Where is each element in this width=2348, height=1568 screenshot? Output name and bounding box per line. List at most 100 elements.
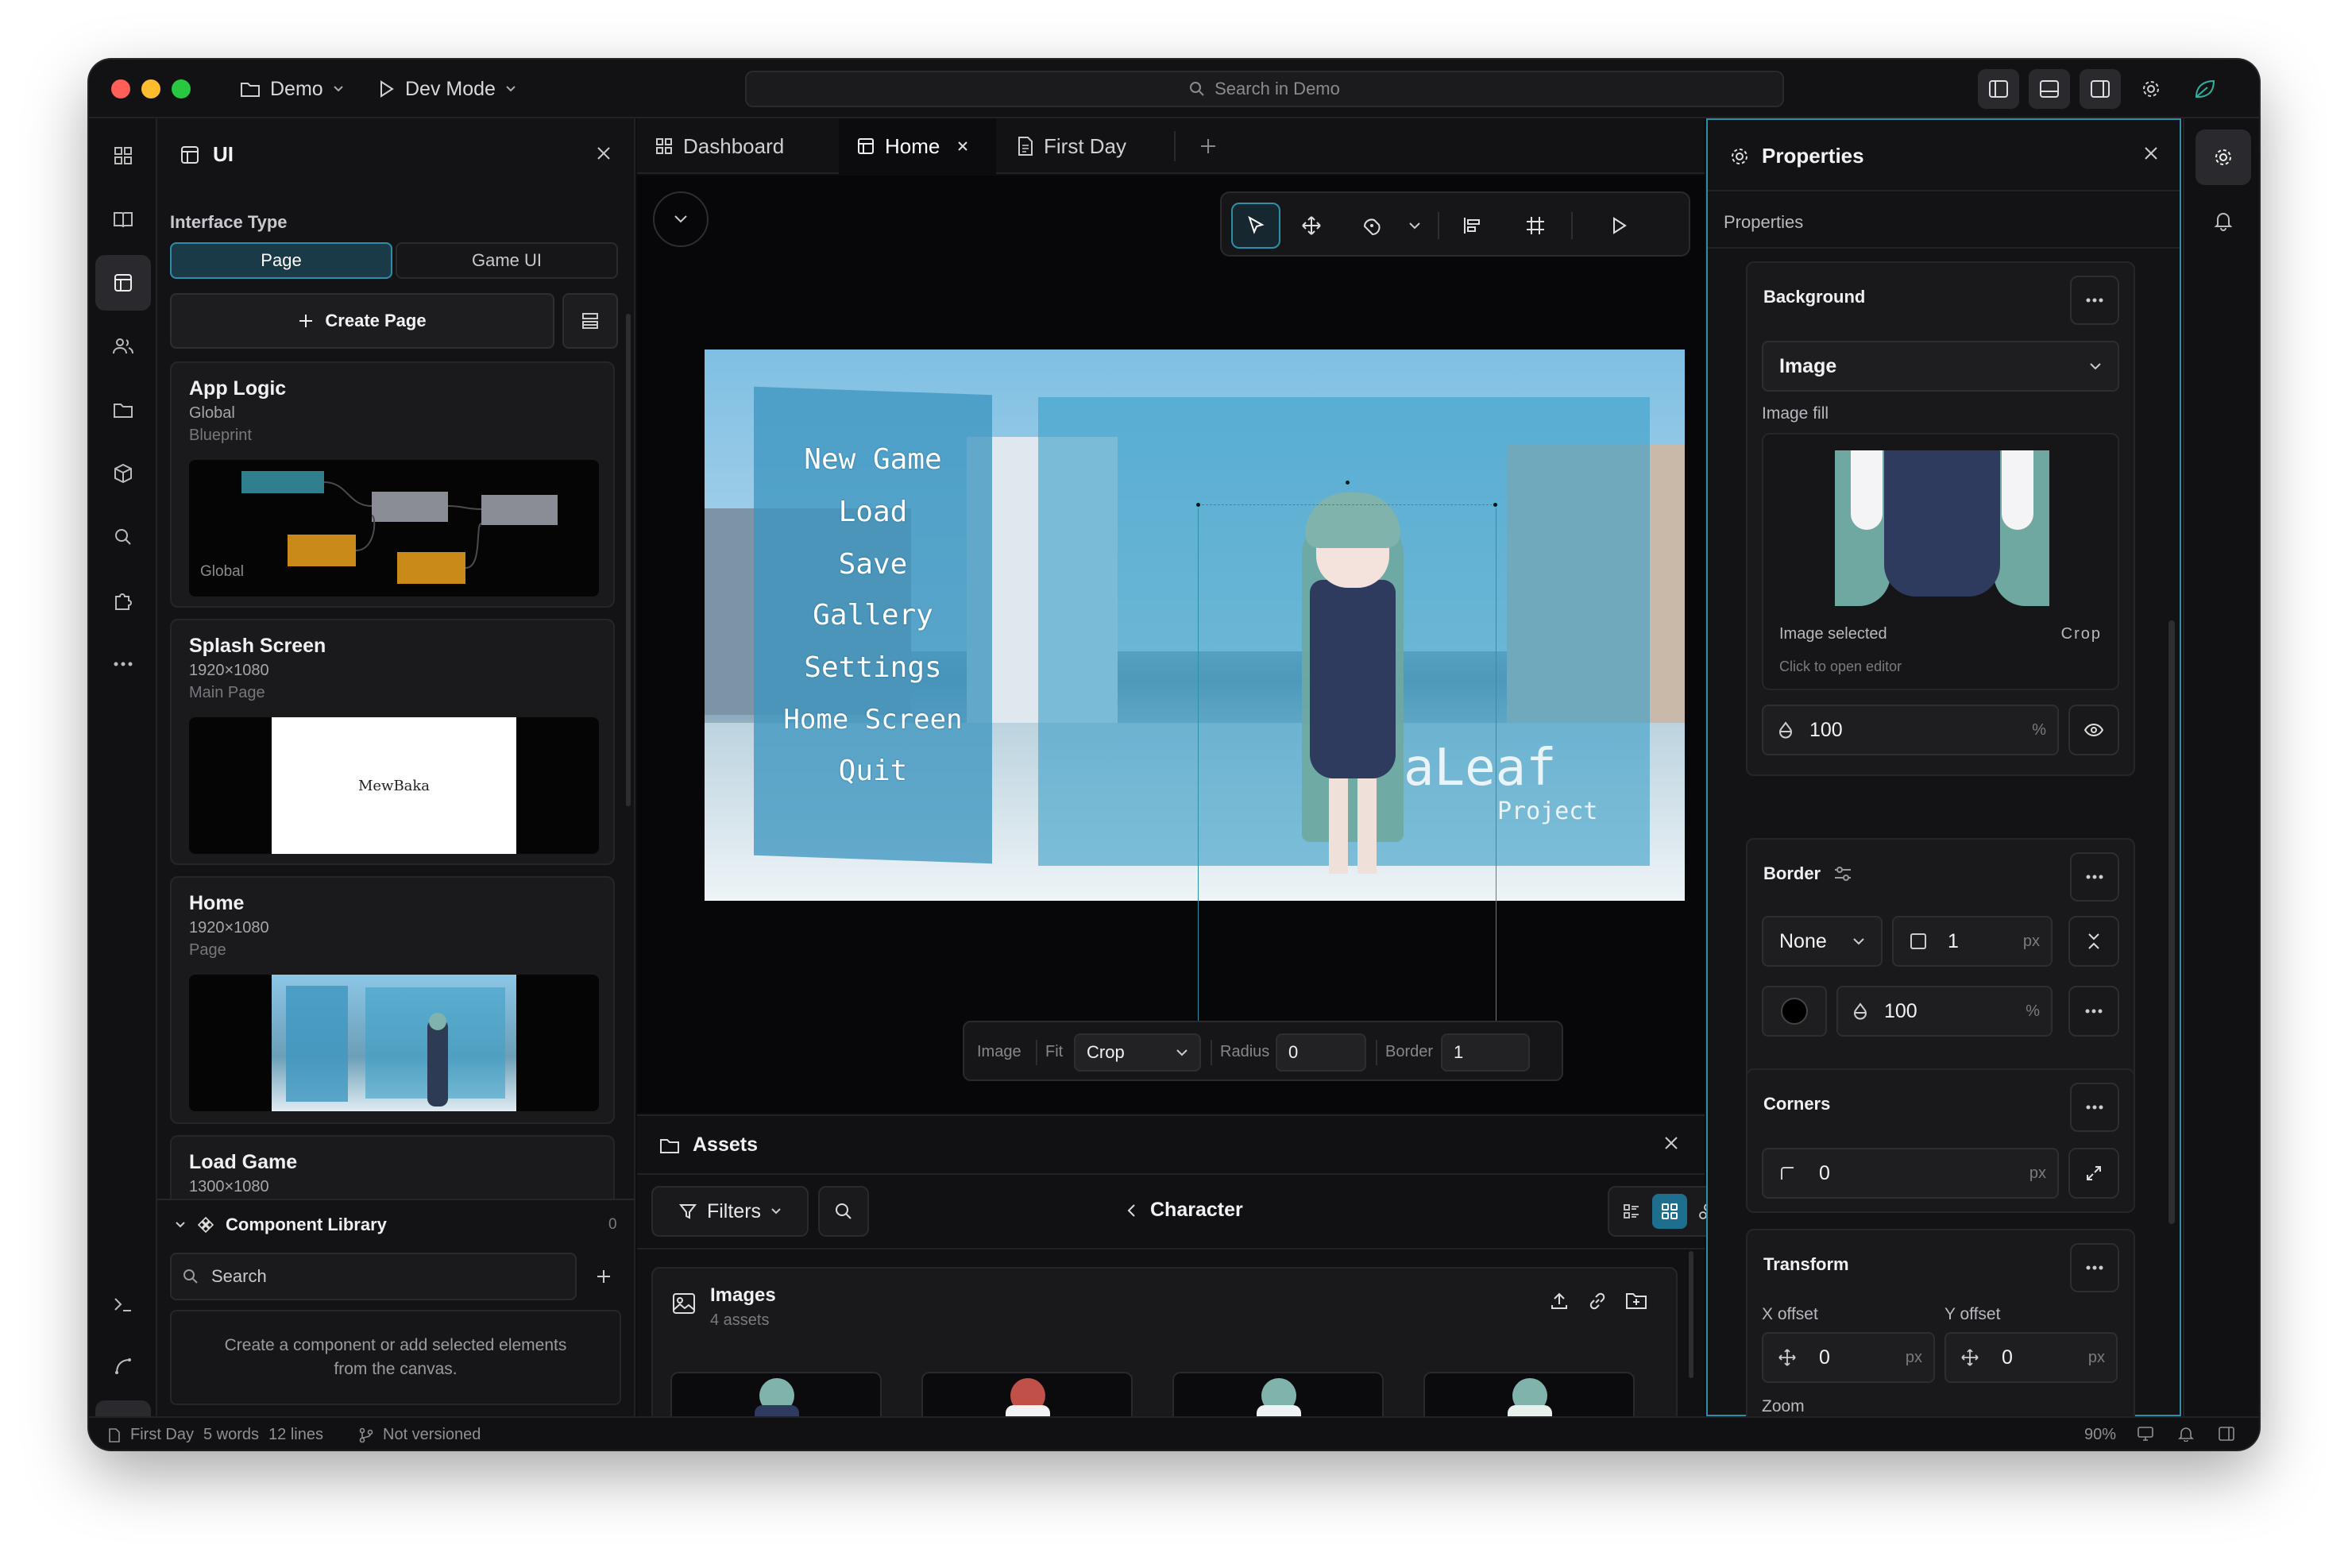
page-templates-button[interactable]: [562, 293, 618, 349]
tab-home[interactable]: Home: [839, 118, 996, 174]
rail-dashboard[interactable]: [95, 128, 151, 183]
sliders-icon[interactable]: [1833, 865, 1852, 882]
rail-plugins[interactable]: [95, 573, 151, 628]
rail-more[interactable]: [95, 636, 151, 692]
assets-scrollbar[interactable]: [1689, 1251, 1693, 1378]
page-card-load-game[interactable]: Load Game 1300×1080: [170, 1135, 615, 1199]
close-assets-button[interactable]: [1663, 1135, 1679, 1155]
rail-packages[interactable]: [95, 446, 151, 501]
global-search[interactable]: Search in Demo: [745, 71, 1784, 107]
new-folder-button[interactable]: [1625, 1291, 1647, 1314]
status-sidebar-button[interactable]: [2218, 1426, 2235, 1446]
status-zoom[interactable]: 90%: [2084, 1426, 2116, 1444]
menu-quit[interactable]: Quit: [754, 755, 992, 787]
mode-switcher[interactable]: Dev Mode: [378, 74, 516, 104]
minimize-window-button[interactable]: [141, 79, 160, 98]
rail-notifications[interactable]: [2195, 193, 2251, 249]
close-properties-button[interactable]: [2143, 145, 2159, 165]
border-color-more-button[interactable]: [2068, 986, 2119, 1037]
menu-new-game[interactable]: New Game: [754, 443, 992, 476]
border-color-swatch[interactable]: [1762, 986, 1827, 1037]
add-component-button[interactable]: [586, 1259, 621, 1294]
close-window-button[interactable]: [111, 79, 130, 98]
rail-search[interactable]: [95, 509, 151, 565]
maximize-window-button[interactable]: [172, 79, 191, 98]
grid-view-button[interactable]: [1652, 1194, 1687, 1229]
page-card-splash-screen[interactable]: Splash Screen 1920×1080 Main Page MewBak…: [170, 619, 615, 865]
corner-radius-input[interactable]: 0 px: [1762, 1148, 2059, 1199]
x-offset-input[interactable]: 0 px: [1762, 1332, 1935, 1383]
filters-button[interactable]: Filters: [651, 1186, 809, 1237]
assets-search-button[interactable]: [818, 1186, 869, 1237]
select-tool-button[interactable]: [1231, 203, 1280, 249]
transform-more-button[interactable]: [2070, 1243, 2119, 1292]
move-tool-button[interactable]: [1287, 203, 1336, 249]
rotate-handle[interactable]: [1344, 479, 1351, 486]
background-opacity-input[interactable]: 100 %: [1762, 705, 2059, 755]
crop-link[interactable]: Crop: [2061, 625, 2102, 643]
rail-assets[interactable]: [95, 382, 151, 438]
selection-handle[interactable]: [1492, 501, 1499, 508]
background-more-button[interactable]: [2070, 276, 2119, 325]
menu-home-screen[interactable]: Home Screen: [754, 704, 992, 736]
border-input[interactable]: 1: [1441, 1033, 1530, 1072]
rail-terminal[interactable]: [95, 1276, 151, 1332]
tab-first-day[interactable]: First Day: [999, 118, 1174, 174]
segment-page[interactable]: Page: [170, 242, 392, 279]
settings-button[interactable]: [2130, 69, 2172, 109]
status-display-button[interactable]: [2137, 1426, 2154, 1446]
rail-characters[interactable]: [95, 319, 151, 374]
close-icon[interactable]: [957, 141, 968, 152]
border-style-select[interactable]: None: [1762, 916, 1883, 967]
pen-tool-button[interactable]: [1347, 203, 1396, 249]
expand-corners-button[interactable]: [2068, 1148, 2119, 1199]
menu-load[interactable]: Load: [754, 496, 992, 528]
align-tool-button[interactable]: [1447, 203, 1496, 249]
selection-handle[interactable]: [1195, 501, 1202, 508]
upload-asset-button[interactable]: [1549, 1291, 1570, 1315]
toggle-visibility-button[interactable]: [2068, 705, 2119, 755]
rail-ui[interactable]: [95, 255, 151, 311]
status-version[interactable]: Not versioned: [359, 1426, 481, 1444]
background-type-select[interactable]: Image: [1762, 341, 2119, 392]
rail-git[interactable]: [95, 1338, 151, 1394]
list-view-button[interactable]: [1614, 1194, 1649, 1229]
y-offset-input[interactable]: 0 px: [1944, 1332, 2118, 1383]
status-notifications-button[interactable]: [2178, 1426, 2194, 1446]
border-more-button[interactable]: [2070, 852, 2119, 902]
status-document[interactable]: First Day 5 words 12 lines: [108, 1426, 323, 1444]
properties-scrollbar[interactable]: [2168, 620, 2175, 1224]
preview-play-button[interactable]: [1595, 203, 1644, 249]
toggle-right-panel-button[interactable]: [2080, 69, 2121, 109]
frame-tool-button[interactable]: [1511, 203, 1560, 249]
component-library-header[interactable]: Component Library: [175, 1215, 387, 1235]
rail-properties[interactable]: [2195, 129, 2251, 185]
toggle-left-panel-button[interactable]: [1978, 69, 2019, 109]
tool-dropdown-button[interactable]: [1396, 203, 1433, 249]
tab-dashboard[interactable]: Dashboard: [637, 118, 836, 174]
segment-game-ui[interactable]: Game UI: [396, 242, 618, 279]
canvas-options-button[interactable]: [653, 191, 709, 247]
project-switcher[interactable]: Demo: [240, 74, 344, 104]
border-opacity-input[interactable]: 100 %: [1836, 986, 2053, 1037]
rail-story[interactable]: [95, 191, 151, 247]
home-page-preview[interactable]: New Game Load Save Gallery Settings Home…: [705, 350, 1685, 901]
fit-select[interactable]: Crop: [1074, 1033, 1201, 1072]
folder-breadcrumb[interactable]: Character: [1126, 1199, 1243, 1222]
component-search-input[interactable]: Search: [170, 1253, 577, 1300]
corners-more-button[interactable]: [2070, 1083, 2119, 1132]
border-sides-button[interactable]: [2068, 916, 2119, 967]
page-card-app-logic[interactable]: App Logic Global Blueprint Global: [170, 361, 615, 608]
pages-scrollbar[interactable]: [626, 314, 631, 806]
toggle-bottom-panel-button[interactable]: [2029, 69, 2070, 109]
menu-gallery[interactable]: Gallery: [754, 599, 992, 631]
close-ui-panel-button[interactable]: [596, 145, 612, 165]
border-width-input[interactable]: 1 px: [1892, 916, 2053, 967]
selection-frame[interactable]: [1198, 504, 1496, 1062]
page-card-home[interactable]: Home 1920×1080 Page: [170, 876, 615, 1124]
menu-settings[interactable]: Settings: [754, 651, 992, 684]
link-asset-button[interactable]: [1587, 1291, 1608, 1315]
radius-input[interactable]: 0: [1276, 1033, 1366, 1072]
menu-save[interactable]: Save: [754, 548, 992, 581]
create-page-button[interactable]: Create Page: [170, 293, 554, 349]
